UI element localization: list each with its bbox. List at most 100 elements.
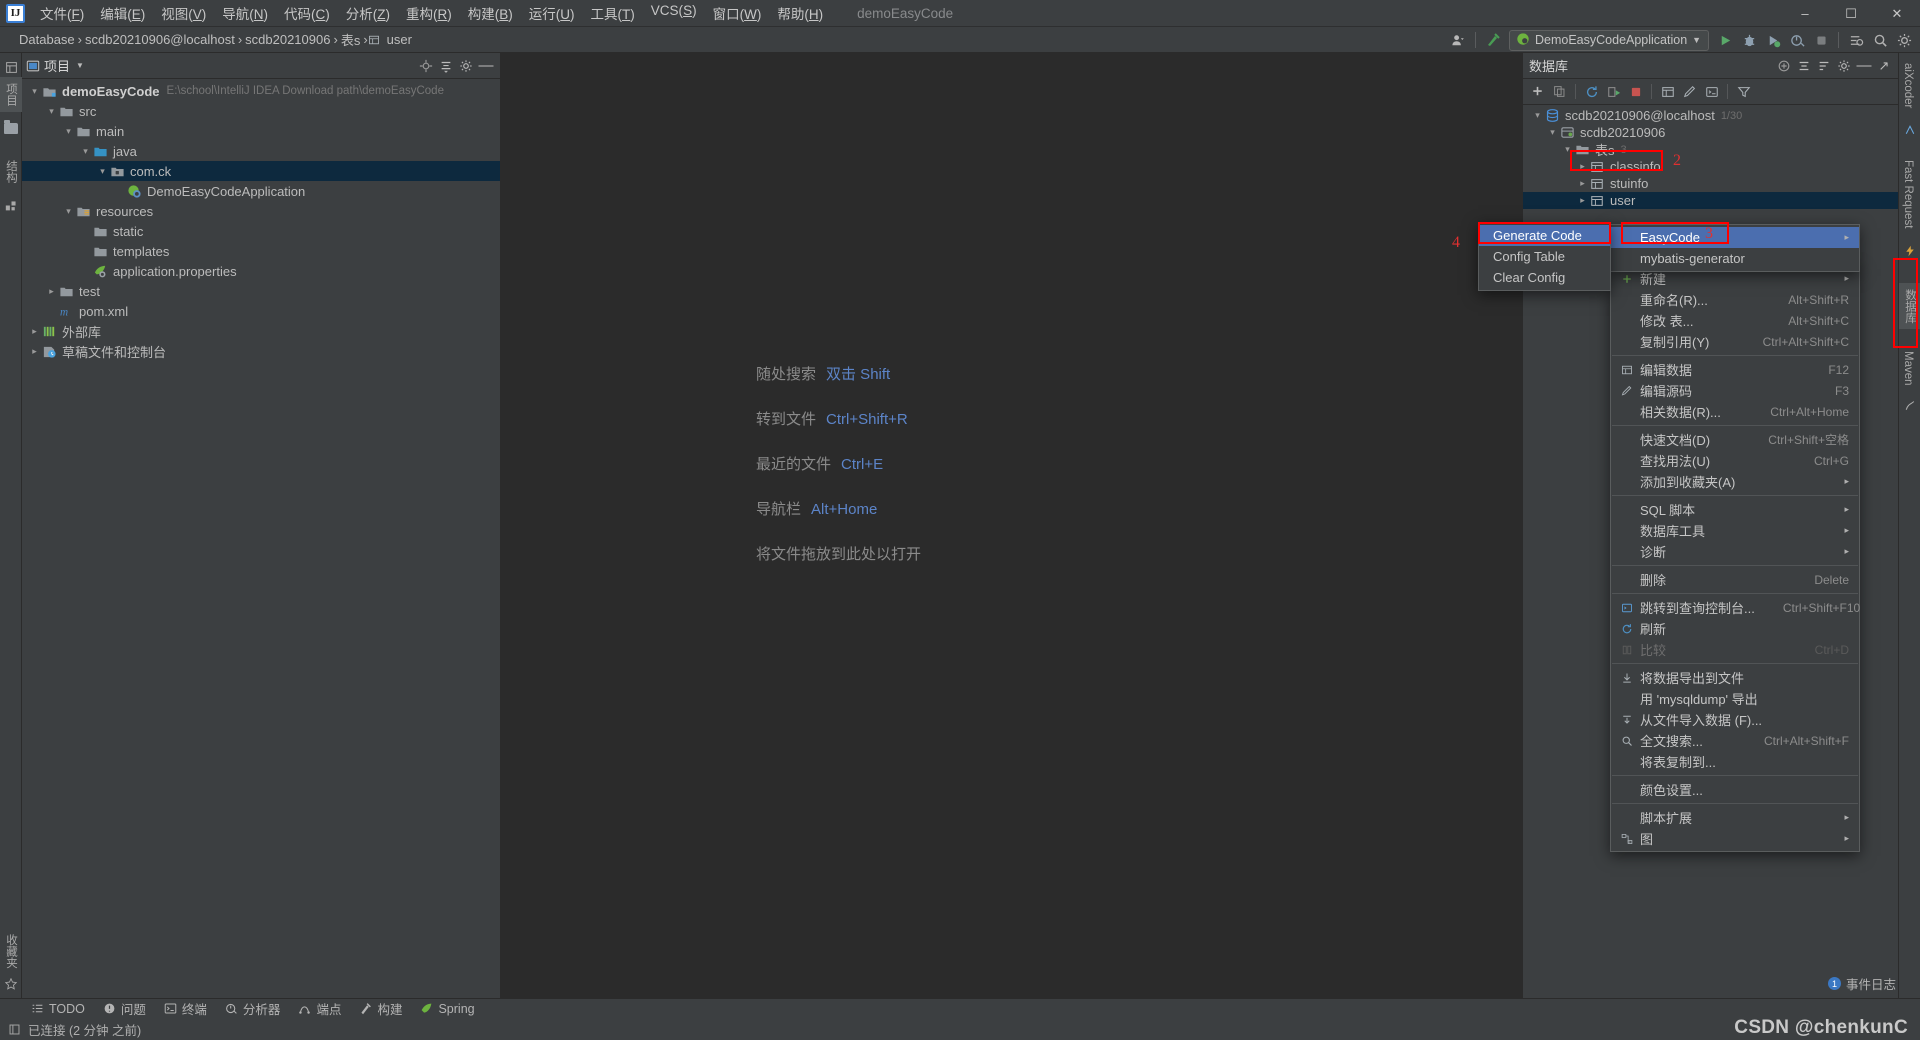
context-menu-item[interactable]: 复制引用(Y) Ctrl+Alt+Shift+C	[1611, 331, 1859, 352]
chevron-down-icon[interactable]: ▾	[62, 125, 75, 138]
project-view-icon[interactable]	[0, 57, 22, 77]
sidebar-item-project[interactable]: 项目	[0, 77, 22, 112]
easycode-submenu-item[interactable]: Generate Code	[1479, 225, 1610, 246]
fast-request-icon[interactable]	[1899, 241, 1920, 261]
easycode-submenu[interactable]: Generate Code Config Table Clear Config	[1478, 222, 1611, 291]
chevron-right-icon[interactable]: ▸	[1576, 194, 1589, 207]
easycode-submenu-item[interactable]: Clear Config	[1479, 267, 1610, 288]
new-submenu[interactable]: EasyCode ▸ mybatis-generator	[1610, 224, 1860, 272]
database-tree-row[interactable]: ▾ scdb20210906@localhost 1/30	[1523, 107, 1898, 124]
menubar-item-7[interactable]: 构建(B)	[460, 0, 521, 26]
database-tree-row[interactable]: ▸ classinfo	[1523, 158, 1898, 175]
menubar-item-10[interactable]: VCS(S)	[643, 0, 705, 26]
chevron-right-icon[interactable]: ▸	[28, 325, 41, 338]
breadcrumb-item-3[interactable]: 表s	[338, 29, 364, 50]
star-icon[interactable]	[0, 974, 22, 994]
tool-window-button-TODO[interactable]: TODO	[22, 999, 94, 1019]
run-icon[interactable]	[1713, 28, 1737, 52]
chevron-down-icon[interactable]: ▾	[79, 145, 92, 158]
refresh-icon[interactable]	[1581, 81, 1602, 102]
context-menu-item[interactable]: 快速文档(D) Ctrl+Shift+空格	[1611, 429, 1859, 450]
search-icon[interactable]	[1868, 28, 1892, 52]
minimize-button[interactable]: –	[1782, 0, 1828, 27]
search-everywhere-icon[interactable]	[1844, 28, 1868, 52]
settings-icon[interactable]	[456, 56, 476, 76]
tool-window-button-端点[interactable]: 端点	[289, 999, 350, 1019]
context-menu-item[interactable]: 查找用法(U) Ctrl+G	[1611, 450, 1859, 471]
close-button[interactable]: ✕	[1874, 0, 1920, 27]
profiler-icon[interactable]	[1785, 28, 1809, 52]
database-tree-row[interactable]: ▸ stuinfo	[1523, 175, 1898, 192]
run-query-icon[interactable]	[1603, 81, 1624, 102]
project-tree-row[interactable]: ▾ src	[22, 101, 500, 121]
context-menu-item[interactable]: 图 ▸	[1611, 828, 1859, 849]
edit-icon[interactable]	[1679, 81, 1700, 102]
context-menu-item[interactable]: 将表复制到...	[1611, 751, 1859, 772]
locate-icon[interactable]	[416, 56, 436, 76]
coverage-icon[interactable]	[1761, 28, 1785, 52]
maximize-button[interactable]: ☐	[1828, 0, 1874, 27]
project-tree-row[interactable]: ▾ java	[22, 141, 500, 161]
expand-icon[interactable]	[1774, 56, 1794, 76]
project-tree-row[interactable]: ▾ demoEasyCode E:\school\IntelliJ IDEA Dow…	[22, 81, 500, 101]
favorites-icon[interactable]	[0, 195, 22, 215]
context-menu-item[interactable]: SQL 脚本 ▸	[1611, 499, 1859, 520]
chevron-right-icon[interactable]: ▸	[28, 345, 41, 358]
menubar-item-1[interactable]: 编辑(E)	[92, 0, 153, 26]
context-menu-item[interactable]: 重命名(R)... Alt+Shift+R	[1611, 289, 1859, 310]
settings-icon[interactable]	[1834, 56, 1854, 76]
editor-area[interactable]: 随处搜索 双击 Shift 转到文件 Ctrl+Shift+R 最近的文件 Ctrl+E 导…	[501, 53, 1522, 998]
sidebar-item-aixcoder[interactable]: aiXcoder	[1899, 57, 1917, 114]
tool-window-button-Spring[interactable]: Spring	[411, 999, 483, 1019]
menubar-item-8[interactable]: 运行(U)	[521, 0, 583, 26]
context-menu-item[interactable]: 删除 Delete	[1611, 569, 1859, 590]
chevron-right-icon[interactable]: ▸	[45, 285, 58, 298]
project-tree-row[interactable]: DemoEasyCodeApplication	[22, 181, 500, 201]
context-menu-item[interactable]: 修改 表... Alt+Shift+C	[1611, 310, 1859, 331]
maven-icon[interactable]	[1899, 396, 1920, 416]
context-menu-item[interactable]: 脚本扩展 ▸	[1611, 807, 1859, 828]
folder-strip-icon[interactable]	[0, 118, 22, 138]
chevron-down-icon[interactable]: ▾	[1531, 109, 1544, 122]
hide-icon[interactable]: —	[1854, 56, 1874, 76]
chevron-right-icon[interactable]: ▸	[1576, 177, 1589, 190]
database-tree-row[interactable]: ▾ scdb20210906	[1523, 124, 1898, 141]
context-menu-item[interactable]: 颜色设置...	[1611, 779, 1859, 800]
tool-window-button-终端[interactable]: 终端	[155, 999, 216, 1019]
project-tree-row[interactable]: m pom.xml	[22, 301, 500, 321]
context-menu-item[interactable]: 全文搜索... Ctrl+Alt+Shift+F	[1611, 730, 1859, 751]
context-menu-item[interactable]: 数据库工具 ▸	[1611, 520, 1859, 541]
group-icon[interactable]	[1814, 56, 1834, 76]
tool-window-button-问题[interactable]: 问题	[94, 999, 155, 1019]
context-menu-item[interactable]: 刷新	[1611, 618, 1859, 639]
profile-icon[interactable]	[1446, 28, 1470, 52]
build-icon[interactable]	[1481, 28, 1505, 52]
menubar-item-9[interactable]: 工具(T)	[583, 0, 643, 26]
settings-icon[interactable]	[1892, 28, 1916, 52]
menubar-item-0[interactable]: 文件(F)	[32, 0, 92, 26]
aixcoder-icon[interactable]	[1899, 120, 1920, 140]
event-log-button[interactable]: 1 事件日志	[1827, 974, 1896, 993]
context-menu-item[interactable]: 编辑源码 F3	[1611, 380, 1859, 401]
new-submenu-item[interactable]: EasyCode ▸	[1611, 227, 1859, 248]
stop-icon[interactable]	[1625, 81, 1646, 102]
breadcrumb-item-0[interactable]: Database	[16, 31, 78, 48]
chevron-down-icon[interactable]: ▾	[45, 105, 58, 118]
stop-icon[interactable]	[1809, 28, 1833, 52]
tool-window-button-分析器[interactable]: 分析器	[216, 999, 290, 1019]
menubar-item-3[interactable]: 导航(N)	[214, 0, 276, 26]
chevron-down-icon[interactable]: ▾	[1561, 143, 1574, 156]
new-submenu-item[interactable]: mybatis-generator	[1611, 248, 1859, 269]
context-menu-item[interactable]: 编辑数据 F12	[1611, 359, 1859, 380]
table-context-menu[interactable]: 新建 ▸ 重命名(R)... Alt+Shift+R 修改 表... Alt+Shift+…	[1610, 265, 1860, 852]
project-tree-row[interactable]: ▾ com.ck	[22, 161, 500, 181]
chevron-down-icon[interactable]: ▾	[28, 85, 41, 98]
database-tree-row[interactable]: ▾ 表s 3	[1523, 141, 1898, 158]
chevron-down-icon[interactable]: ▼	[76, 61, 84, 70]
project-tree-row[interactable]: ▸ 草稿文件和控制台	[22, 341, 500, 361]
menubar-item-2[interactable]: 视图(V)	[153, 0, 214, 26]
project-tree-row[interactable]: ▾ main	[22, 121, 500, 141]
chevron-down-icon[interactable]: ▾	[62, 205, 75, 218]
breadcrumb-item-1[interactable]: scdb20210906@localhost	[82, 31, 238, 48]
easycode-submenu-item[interactable]: Config Table	[1479, 246, 1610, 267]
